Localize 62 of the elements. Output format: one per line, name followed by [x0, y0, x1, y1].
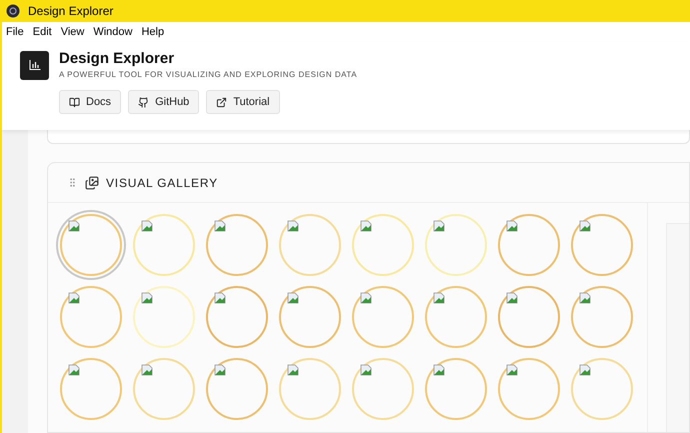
broken-image-icon	[68, 364, 80, 376]
header-button[interactable]: Docs	[59, 90, 122, 114]
broken-image-icon	[433, 220, 445, 232]
gallery-thumbnail[interactable]	[425, 358, 487, 420]
menu-item[interactable]: Window	[93, 24, 132, 40]
broken-image-icon	[433, 364, 445, 376]
app-title: Design Explorer	[59, 49, 176, 69]
gallery-title: VISUAL GALLERY	[106, 174, 218, 192]
broken-image-icon	[141, 364, 153, 376]
app-subtitle: A POWERFUL TOOL FOR VISUALIZING AND EXPLORING DESIGN DATA	[59, 69, 358, 81]
gallery-icon	[85, 176, 99, 190]
broken-image-icon	[506, 364, 518, 376]
broken-image-icon	[214, 364, 226, 376]
gallery-thumbnail[interactable]	[60, 286, 122, 348]
broken-image-icon	[214, 220, 226, 232]
broken-image-icon	[287, 292, 299, 304]
header-button[interactable]: Tutorial	[206, 90, 280, 114]
broken-image-icon	[287, 364, 299, 376]
gallery-thumbnail[interactable]	[279, 358, 341, 420]
gallery-thumbnail[interactable]	[498, 358, 560, 420]
gallery-thumbnail[interactable]	[279, 286, 341, 348]
broken-image-icon	[68, 292, 80, 304]
broken-image-icon	[506, 220, 518, 232]
broken-image-icon	[68, 220, 80, 232]
broken-image-icon	[579, 220, 591, 232]
drag-handle-icon[interactable]	[67, 177, 78, 188]
gallery-thumbnail[interactable]	[206, 358, 268, 420]
broken-image-icon	[360, 364, 372, 376]
gallery-thumbnail[interactable]	[498, 286, 560, 348]
gallery-thumbnail[interactable]	[571, 358, 633, 420]
gallery-thumbnail[interactable]	[352, 286, 414, 348]
broken-image-icon	[214, 292, 226, 304]
menu-item[interactable]: Edit	[32, 24, 52, 40]
gallery-thumbnail[interactable]	[279, 214, 341, 276]
broken-image-icon	[360, 220, 372, 232]
gallery-thumbnail[interactable]	[206, 286, 268, 348]
broken-image-icon	[141, 292, 153, 304]
menu-item[interactable]: Help	[141, 24, 164, 40]
external-link-icon	[216, 96, 228, 108]
broken-image-icon	[579, 364, 591, 376]
broken-image-icon	[433, 292, 445, 304]
broken-image-icon	[287, 220, 299, 232]
window-title: Design Explorer	[28, 3, 114, 20]
broken-image-icon	[141, 220, 153, 232]
broken-image-icon	[360, 292, 372, 304]
broken-image-icon	[579, 292, 591, 304]
gallery-thumbnail[interactable]	[571, 286, 633, 348]
github-icon	[138, 96, 150, 108]
gallery-thumbnail[interactable]	[133, 358, 195, 420]
gallery-thumbnail[interactable]	[206, 214, 268, 276]
gallery-thumbnail[interactable]	[425, 286, 487, 348]
gallery-thumbnail[interactable]	[571, 214, 633, 276]
menu-item[interactable]: File	[6, 24, 24, 40]
broken-image-icon	[506, 292, 518, 304]
gallery-thumbnail[interactable]	[498, 214, 560, 276]
app-icon	[6, 4, 20, 18]
header-button[interactable]: GitHub	[128, 90, 200, 114]
book-icon	[69, 96, 80, 108]
menu-item[interactable]: View	[60, 24, 84, 40]
gallery-thumbnail[interactable]	[60, 358, 122, 420]
gallery-thumbnail[interactable]	[352, 358, 414, 420]
chart-logo-icon	[20, 50, 49, 80]
